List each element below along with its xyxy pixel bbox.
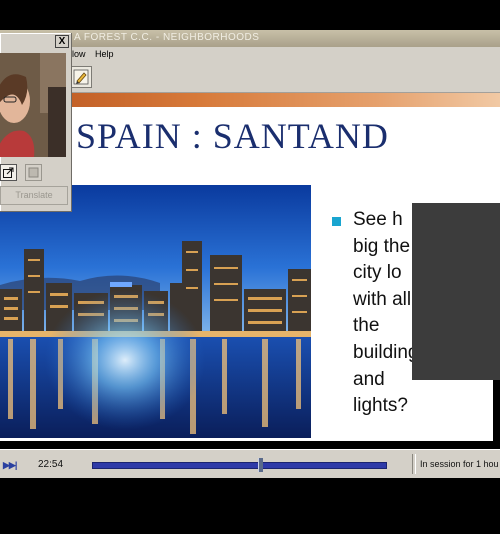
city-skyline-night-photo <box>0 185 311 438</box>
session-status: In session for 1 hou <box>420 459 499 469</box>
edit-pencil-icon <box>73 69 89 85</box>
popout-button[interactable] <box>0 164 17 181</box>
slide-title: SPAIN : SANTAND <box>76 116 389 156</box>
occluding-overlay <box>412 203 500 380</box>
slide-header-stripe <box>0 93 500 107</box>
webcam-video-feed <box>0 53 66 157</box>
popout-icon <box>3 167 14 178</box>
progress-track[interactable] <box>92 458 387 472</box>
letterbox-top <box>0 0 500 30</box>
letterbox-bottom <box>0 478 500 500</box>
toolbar <box>0 62 500 93</box>
menu-bar: low Help <box>0 47 500 63</box>
play-icon[interactable]: ▶▶| <box>3 460 17 471</box>
elapsed-time: 22:54 <box>38 459 64 470</box>
status-divider <box>412 454 416 474</box>
close-icon[interactable]: X <box>55 35 69 48</box>
webcam-window[interactable]: X Translate <box>0 33 72 212</box>
progress-thumb[interactable] <box>258 458 263 472</box>
presentation-slide: SPAIN : SANTAND See h big the city lo wi… <box>0 93 500 534</box>
menu-item-window[interactable]: low <box>72 49 86 59</box>
menu-item-help[interactable]: Help <box>95 49 114 59</box>
edit-button[interactable] <box>70 66 92 88</box>
toggle-button[interactable] <box>25 164 42 181</box>
window-title: A FOREST C.C. - NEIGHBORHOODS <box>74 32 260 43</box>
toggle-icon <box>28 167 39 178</box>
bullet-line: lights? <box>353 395 408 417</box>
player-bar: ▶▶| 22:54 In session for 1 hou <box>0 449 500 478</box>
app-title-bar: A FOREST C.C. - NEIGHBORHOODS <box>0 30 500 47</box>
translate-button[interactable]: Translate <box>0 186 68 205</box>
bullet-marker <box>332 217 341 226</box>
